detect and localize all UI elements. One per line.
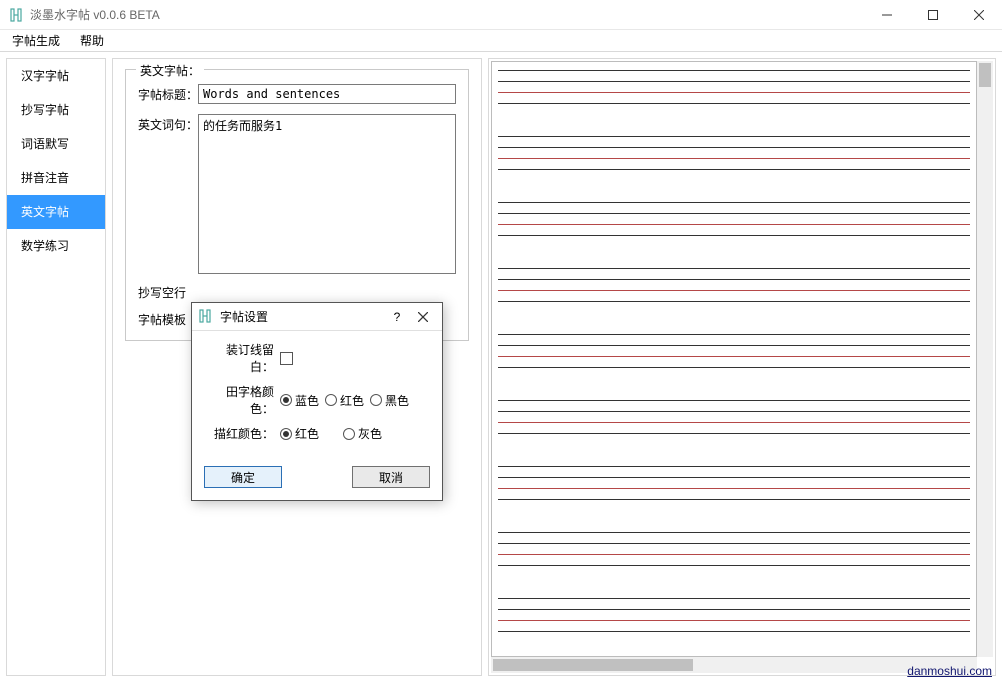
menubar: 字帖生成 帮助 xyxy=(0,30,1002,52)
sidebar: 汉字字帖 抄写字帖 词语默写 拼音注音 英文字帖 数学练习 xyxy=(6,58,106,676)
binding-margin-label: 装订线留白： xyxy=(204,341,274,375)
radio-label: 灰色 xyxy=(358,425,382,442)
grid-color-radio-black[interactable]: 黑色 xyxy=(370,392,409,409)
close-button[interactable] xyxy=(956,0,1002,30)
menu-generate[interactable]: 字帖生成 xyxy=(8,30,64,51)
trace-color-label: 描红颜色： xyxy=(204,425,274,442)
words-label: 英文词句： xyxy=(138,114,198,133)
app-icon xyxy=(8,7,24,23)
sidebar-item-dictation[interactable]: 词语默写 xyxy=(7,127,105,161)
english-fieldset: 英文字帖： 字帖标题： 英文词句： 抄写空行 字帖模板 xyxy=(125,69,469,341)
dialog-close-button[interactable] xyxy=(410,306,436,328)
grid-color-radio-blue[interactable]: 蓝色 xyxy=(280,392,319,409)
title-input[interactable] xyxy=(198,84,456,104)
maximize-button[interactable] xyxy=(910,0,956,30)
sidebar-item-label: 拼音注音 xyxy=(21,169,69,186)
question-icon: ? xyxy=(394,310,401,324)
template-label: 字帖模板 xyxy=(138,311,198,328)
sidebar-item-copy[interactable]: 抄写字帖 xyxy=(7,93,105,127)
sidebar-item-label: 抄写字帖 xyxy=(21,101,69,118)
sidebar-item-label: 数学练习 xyxy=(21,237,69,254)
radio-label: 红色 xyxy=(295,425,319,442)
words-textarea[interactable] xyxy=(198,114,456,274)
preview-panel xyxy=(488,58,996,676)
binding-margin-checkbox[interactable] xyxy=(280,352,293,365)
blank-lines-label: 抄写空行 xyxy=(138,284,198,301)
vertical-scrollbar[interactable] xyxy=(977,61,993,657)
menu-help[interactable]: 帮助 xyxy=(76,30,108,51)
sidebar-item-english[interactable]: 英文字帖 xyxy=(7,195,105,229)
cancel-button[interactable]: 取消 xyxy=(352,466,430,488)
dialog-help-button[interactable]: ? xyxy=(384,306,410,328)
trace-color-radio-gray[interactable]: 灰色 xyxy=(343,425,382,442)
grid-color-label: 田字格颜色： xyxy=(204,383,274,417)
radio-label: 黑色 xyxy=(385,392,409,409)
fieldset-legend: 英文字帖： xyxy=(136,62,204,79)
main: 汉字字帖 抄写字帖 词语默写 拼音注音 英文字帖 数学练习 英文字帖： 字帖标题… xyxy=(0,52,1002,682)
radio-label: 蓝色 xyxy=(295,392,319,409)
window-title: 淡墨水字帖 v0.0.6 BETA xyxy=(30,6,160,23)
trace-color-radio-red[interactable]: 红色 xyxy=(280,425,319,442)
preview-canvas xyxy=(491,61,977,657)
dialog-title: 字帖设置 xyxy=(220,308,384,325)
sidebar-item-math[interactable]: 数学练习 xyxy=(7,229,105,263)
grid-color-radio-red[interactable]: 红色 xyxy=(325,392,364,409)
footer-link[interactable]: danmoshui.com xyxy=(907,664,992,678)
titlebar: 淡墨水字帖 v0.0.6 BETA xyxy=(0,0,1002,30)
close-icon xyxy=(418,312,428,322)
sidebar-item-label: 词语默写 xyxy=(21,135,69,152)
dialog-icon xyxy=(198,309,214,325)
sidebar-item-label: 汉字字帖 xyxy=(21,67,69,84)
sidebar-item-hanzi[interactable]: 汉字字帖 xyxy=(7,59,105,93)
minimize-button[interactable] xyxy=(864,0,910,30)
sidebar-item-label: 英文字帖 xyxy=(21,203,69,220)
horizontal-scrollbar[interactable] xyxy=(491,657,977,673)
radio-label: 红色 xyxy=(340,392,364,409)
sidebar-item-pinyin[interactable]: 拼音注音 xyxy=(7,161,105,195)
title-label: 字帖标题： xyxy=(138,84,198,103)
ok-button[interactable]: 确定 xyxy=(204,466,282,488)
dialog-titlebar[interactable]: 字帖设置 ? xyxy=(192,303,442,331)
settings-dialog: 字帖设置 ? 装订线留白： 田字格颜色： 蓝色 红色 黑色 描红颜色： 红色 灰… xyxy=(191,302,443,501)
